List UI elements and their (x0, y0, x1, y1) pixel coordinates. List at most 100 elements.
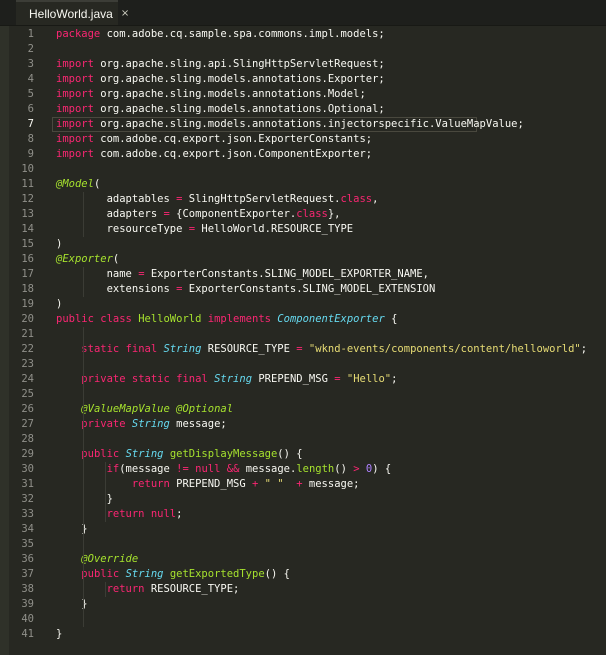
code-text: import org.apache.sling.models.annotatio… (56, 88, 366, 100)
code-line[interactable]: 30 if(message != null && message.length(… (0, 462, 606, 477)
line-number: 28 (21, 433, 34, 445)
code-line[interactable]: 23 (0, 357, 606, 372)
code-line[interactable]: 15) (0, 237, 606, 252)
tab-helloworld-java[interactable]: HelloWorld.java × (16, 0, 129, 25)
code-line[interactable]: 36 @Override (0, 552, 606, 567)
line-number: 20 (21, 313, 34, 325)
code-line[interactable]: 25 (0, 387, 606, 402)
code-text: public String getDisplayMessage() { (81, 448, 303, 460)
line-number: 36 (21, 553, 34, 565)
code-line[interactable]: 20 public class HelloWorld implements Com… (0, 312, 606, 327)
code-line[interactable]: 41} (0, 627, 606, 642)
indent-guide (83, 192, 84, 237)
code-text: import org.apache.sling.models.annotatio… (56, 73, 385, 85)
code-editor[interactable]: 1 package com.adobe.cq.sample.spa.commons… (0, 25, 606, 655)
line-number: 22 (21, 343, 34, 355)
code-text: adaptables = SlingHttpServletRequest.cla… (56, 193, 379, 205)
code-line[interactable]: 29 public String getDisplayMessage() { (0, 447, 606, 462)
code-line[interactable]: 21 (0, 327, 606, 342)
code-text: @Exporter( (56, 253, 120, 265)
code-line[interactable]: 5 import org.apache.sling.models.annotati… (0, 87, 606, 102)
line-number: 2 (27, 43, 34, 55)
line-number: 17 (21, 268, 34, 280)
editor-window: HelloWorld.java × 1 package com.adobe.cq.… (0, 0, 606, 655)
code-line[interactable]: 37 public String getExportedType() { (0, 567, 606, 582)
line-number: 33 (21, 508, 34, 520)
line-number: 9 (27, 148, 34, 160)
code-line[interactable]: 7 import org.apache.sling.models.annotati… (0, 117, 606, 132)
code-line[interactable]: 22 static final String RESOURCE_TYPE = "… (0, 342, 606, 357)
code-text: return PREPEND_MSG + " " + message; (131, 478, 360, 490)
code-line[interactable]: 40 (0, 612, 606, 627)
code-text: public class HelloWorld implements Compo… (56, 313, 398, 325)
code-text: ) (56, 238, 63, 250)
code-line[interactable]: 14 resourceType = HelloWorld.RESOURCE_TY… (0, 222, 606, 237)
code-line[interactable]: 38 return RESOURCE_TYPE; (0, 582, 606, 597)
code-line[interactable]: 17 name = ExporterConstants.SLING_MODEL_… (0, 267, 606, 282)
code-text: name = ExporterConstants.SLING_MODEL_EXP… (56, 268, 429, 280)
line-number: 6 (27, 103, 34, 115)
line-number: 34 (21, 523, 34, 535)
code-line[interactable]: 12 adaptables = SlingHttpServletRequest.… (0, 192, 606, 207)
code-text: public String getExportedType() { (81, 568, 290, 580)
code-text: resourceType = HelloWorld.RESOURCE_TYPE (56, 223, 354, 235)
code-text: static final String RESOURCE_TYPE = "wkn… (81, 343, 588, 355)
line-number: 1 (27, 28, 34, 40)
line-number: 12 (21, 193, 34, 205)
line-number: 32 (21, 493, 34, 505)
line-number: 40 (21, 613, 34, 625)
line-number: 10 (21, 163, 34, 175)
line-number: 18 (21, 283, 34, 295)
code-text: } (56, 628, 63, 640)
code-line[interactable]: 1 package com.adobe.cq.sample.spa.commons… (0, 27, 606, 42)
line-number: 31 (21, 478, 34, 490)
code-line[interactable]: 35 (0, 537, 606, 552)
line-number: 11 (21, 178, 34, 190)
code-line[interactable]: 24 private static final String PREPEND_M… (0, 372, 606, 387)
close-icon[interactable]: × (121, 8, 129, 19)
code-text: ) (56, 298, 63, 310)
line-number: 21 (21, 328, 34, 340)
code-line[interactable]: 13 adapters = {ComponentExporter.class}, (0, 207, 606, 222)
code-line[interactable]: 10 (0, 162, 606, 177)
indent-guide (83, 267, 84, 297)
code-text: import org.apache.sling.api.SlingHttpSer… (56, 58, 385, 70)
code-line[interactable]: 3 import org.apache.sling.api.SlingHttpSe… (0, 57, 606, 72)
line-number: 19 (21, 298, 34, 310)
code-line[interactable]: 8 import com.adobe.cq.export.json.Exporte… (0, 132, 606, 147)
code-line[interactable]: 27 private String message; (0, 417, 606, 432)
line-number: 7 (27, 118, 34, 130)
line-number: 38 (21, 583, 34, 595)
line-number: 41 (21, 628, 34, 640)
code-line[interactable]: 18 extensions = ExporterConstants.SLING_… (0, 282, 606, 297)
code-line[interactable]: 4 import org.apache.sling.models.annotati… (0, 72, 606, 87)
code-text: return null; (106, 508, 183, 520)
indent-guide (83, 327, 84, 627)
code-text: @Override (81, 553, 139, 565)
code-line[interactable]: 6 import org.apache.sling.models.annotati… (0, 102, 606, 117)
code-line[interactable]: 26 @ValueMapValue @Optional (0, 402, 606, 417)
code-line[interactable]: 2 (0, 42, 606, 57)
code-line[interactable]: 28 (0, 432, 606, 447)
code-line[interactable]: 33 return null; (0, 507, 606, 522)
code-text: if(message != null && message.length() >… (106, 463, 392, 475)
code-line[interactable]: 9 import com.adobe.cq.export.json.Compone… (0, 147, 606, 162)
code-line[interactable]: 16 @Exporter( (0, 252, 606, 267)
line-number: 8 (27, 133, 34, 145)
code-line[interactable]: 39 } (0, 597, 606, 612)
line-number: 30 (21, 463, 34, 475)
indent-guide (105, 582, 106, 597)
line-number: 3 (27, 58, 34, 70)
code-line[interactable]: 31 return PREPEND_MSG + " " + message; (0, 477, 606, 492)
line-number: 13 (21, 208, 34, 220)
line-number: 26 (21, 403, 34, 415)
line-number: 35 (21, 538, 34, 550)
tab-bar: HelloWorld.java × (0, 0, 606, 26)
line-number: 39 (21, 598, 34, 610)
code-line[interactable]: 19) (0, 297, 606, 312)
line-number: 15 (21, 238, 34, 250)
code-line[interactable]: 34 } (0, 522, 606, 537)
code-line[interactable]: 11 @Model( (0, 177, 606, 192)
line-number: 25 (21, 388, 34, 400)
code-line[interactable]: 32 } (0, 492, 606, 507)
